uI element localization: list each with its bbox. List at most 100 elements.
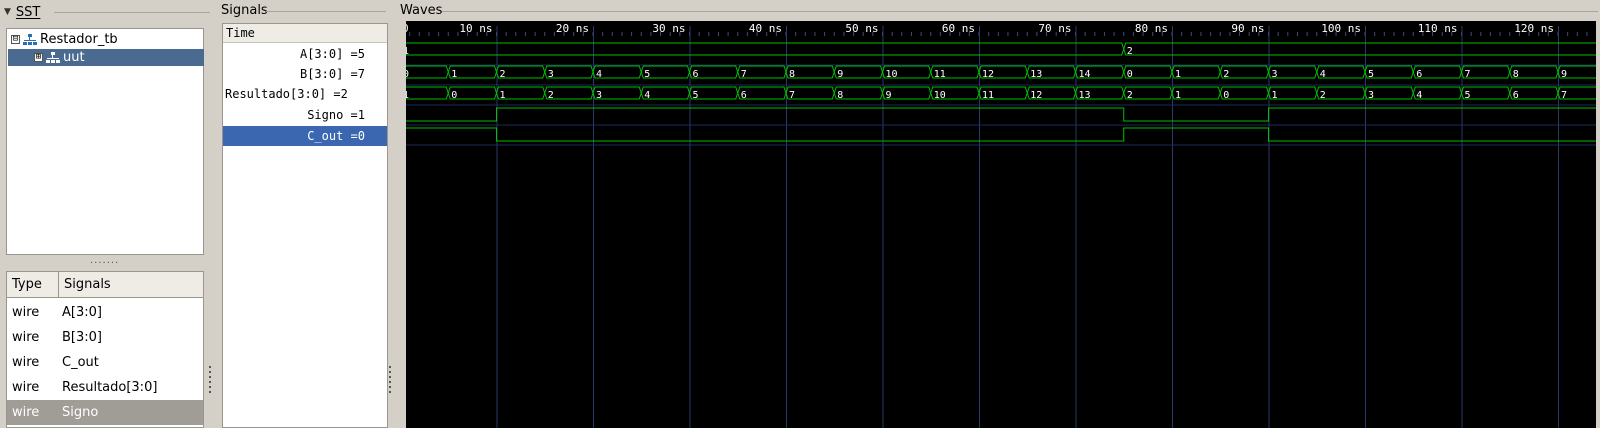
bus-b-value: 11 xyxy=(934,69,946,80)
waves-header-rule xyxy=(442,11,1598,12)
bus-b-value: 6 xyxy=(693,69,699,80)
bus-resultado-value: 3 xyxy=(1368,90,1374,101)
ruler-tick-label: 90 ns xyxy=(1231,22,1264,35)
bus-resultado-value: 1 xyxy=(1175,90,1181,101)
ruler-tick-label: 60 ns xyxy=(942,22,975,35)
ruler-tick-label: 80 ns xyxy=(1135,22,1168,35)
tree-item-label: Restador_tb xyxy=(40,32,118,47)
bus-b-value: 12 xyxy=(982,69,994,80)
bus-resultado-segment xyxy=(406,86,449,100)
table-row[interactable]: wire Resultado[3:0] xyxy=(7,375,203,400)
table-row[interactable]: wire C_out xyxy=(7,350,203,375)
bus-b-value: 5 xyxy=(1368,69,1374,80)
bus-a-value: 1 xyxy=(406,46,409,57)
ruler-tick-label: 10 ns xyxy=(459,22,492,35)
bus-b-value: 2 xyxy=(500,69,506,80)
bus-resultado-value: 1 xyxy=(500,90,506,101)
bus-resultado-value: 8 xyxy=(837,90,843,101)
sst-pane: ▼ SST ⊟ Restador_tb ⊞ uut ······· Type S… xyxy=(0,0,210,428)
bus-resultado-value: 9 xyxy=(886,90,892,101)
ruler-tick-label: 40 ns xyxy=(749,22,782,35)
bus-resultado-value: 5 xyxy=(1465,90,1471,101)
bus-resultado-value: 2 xyxy=(1320,90,1326,101)
bus-b-value: 5 xyxy=(644,69,650,80)
row-type: wire xyxy=(12,355,40,370)
ruler-tick-label: 70 ns xyxy=(1038,22,1071,35)
waves-pane: Waves 0 10 ns 20 ns 30 ns 40 ns 50 ns 60 ns 70 … xyxy=(398,0,1600,428)
bus-b-value: 14 xyxy=(1079,69,1091,80)
bus-b-value: 8 xyxy=(789,69,795,80)
ruler-tick-label: 50 ns xyxy=(845,22,878,35)
bus-resultado-value: 1 xyxy=(406,90,409,101)
row-type: wire xyxy=(12,305,40,320)
ruler-tick-label: 0 xyxy=(406,22,409,35)
ruler-tick-label: 120 ns xyxy=(1514,22,1554,35)
bus-b-value: 9 xyxy=(1561,69,1567,80)
table-row-selected[interactable]: wire Signo xyxy=(7,400,203,425)
table-row[interactable]: wire B[3:0] xyxy=(7,325,203,350)
signal-row-b[interactable]: B[3:0] =7 xyxy=(223,64,387,84)
gtkwave-window: ▼ SST ⊟ Restador_tb ⊞ uut ······· Type S… xyxy=(0,0,1600,428)
bus-b-value: 1 xyxy=(1175,69,1181,80)
bus-b-value: 0 xyxy=(1127,69,1133,80)
column-header-signals[interactable]: Signals xyxy=(59,272,203,298)
bus-resultado-value: 5 xyxy=(693,90,699,101)
signals-list[interactable]: Time A[3:0] =5 B[3:0] =7 Resultado[3:0] … xyxy=(222,23,388,428)
row-type: wire xyxy=(12,405,40,420)
signal-row-resultado[interactable]: Resultado[3:0] =2 xyxy=(223,84,387,104)
signal-row-signo[interactable]: Signo =1 xyxy=(223,105,387,125)
bus-resultado-value: 3 xyxy=(596,90,602,101)
hierarchy-icon xyxy=(46,51,60,64)
bus-b-value: 7 xyxy=(741,69,747,80)
bus-resultado-value: 2 xyxy=(548,90,554,101)
waveform-display[interactable]: 0 10 ns 20 ns 30 ns 40 ns 50 ns 60 ns 70 ns 80 n… xyxy=(406,21,1596,428)
bus-b-value: 4 xyxy=(1320,69,1326,80)
bus-b-value: 4 xyxy=(596,69,602,80)
bus-resultado-value: 6 xyxy=(741,90,747,101)
bus-resultado-value: 1 xyxy=(1272,90,1278,101)
bus-b-value: 13 xyxy=(1030,69,1042,80)
pane-splitter-handle[interactable]: ······· xyxy=(90,258,119,269)
collapse-triangle-icon[interactable]: ▼ xyxy=(4,7,11,17)
hierarchy-tree[interactable]: ⊟ Restador_tb ⊞ uut xyxy=(6,28,204,255)
c-out-trace xyxy=(406,127,1596,142)
bus-resultado-value: 4 xyxy=(1416,90,1422,101)
bus-resultado-value: 10 xyxy=(934,90,946,101)
bus-resultado-value: 7 xyxy=(789,90,795,101)
bus-b-value: 3 xyxy=(1272,69,1278,80)
ruler-tick-label: 110 ns xyxy=(1418,22,1458,35)
sst-header[interactable]: ▼ SST xyxy=(4,3,210,21)
bus-b-value: 8 xyxy=(1513,69,1519,80)
bus-b-value: 2 xyxy=(1223,69,1229,80)
row-signal: Resultado[3:0] xyxy=(62,380,158,395)
wave-canvas[interactable]: 0 10 ns 20 ns 30 ns 40 ns 50 ns 60 ns 70 ns 80 n… xyxy=(406,21,1596,428)
bus-a-value: 2 xyxy=(1127,46,1133,57)
bus-a-segment xyxy=(406,42,1125,56)
signal-row-a[interactable]: A[3:0] =5 xyxy=(223,44,387,64)
sst-header-rule xyxy=(54,12,210,13)
tree-item-label: uut xyxy=(63,50,85,65)
bus-b-value: 0 xyxy=(406,69,409,80)
hierarchy-icon xyxy=(23,33,37,46)
signal-type-table[interactable]: Type Signals wire A[3:0] wire B[3:0] wir… xyxy=(6,271,204,428)
waves-title: Waves xyxy=(400,3,445,18)
tree-item-restador-tb[interactable]: ⊟ Restador_tb xyxy=(11,31,203,48)
tree-item-uut[interactable]: ⊞ uut xyxy=(8,49,204,66)
signal-row-c-out[interactable]: C_out =0 xyxy=(223,126,387,146)
bus-b-value: 10 xyxy=(886,69,898,80)
bus-b-value: 1 xyxy=(451,69,457,80)
expand-expander-icon[interactable]: ⊞ xyxy=(34,53,43,62)
bus-resultado-value: 12 xyxy=(1030,90,1042,101)
row-type: wire xyxy=(12,380,40,395)
vertical-splitter-grip[interactable] xyxy=(388,366,392,406)
vertical-splitter-grip[interactable] xyxy=(208,366,212,406)
collapse-expander-icon[interactable]: ⊟ xyxy=(11,35,20,44)
bus-b-value: 3 xyxy=(548,69,554,80)
bus-resultado-value: 11 xyxy=(982,90,994,101)
ruler-tick-label: 100 ns xyxy=(1321,22,1361,35)
column-header-type[interactable]: Type xyxy=(7,272,59,298)
bus-b-value: 7 xyxy=(1465,69,1471,80)
bus-b-segment xyxy=(406,65,449,79)
table-row[interactable]: wire A[3:0] xyxy=(7,300,203,325)
row-signal: C_out xyxy=(62,355,99,370)
